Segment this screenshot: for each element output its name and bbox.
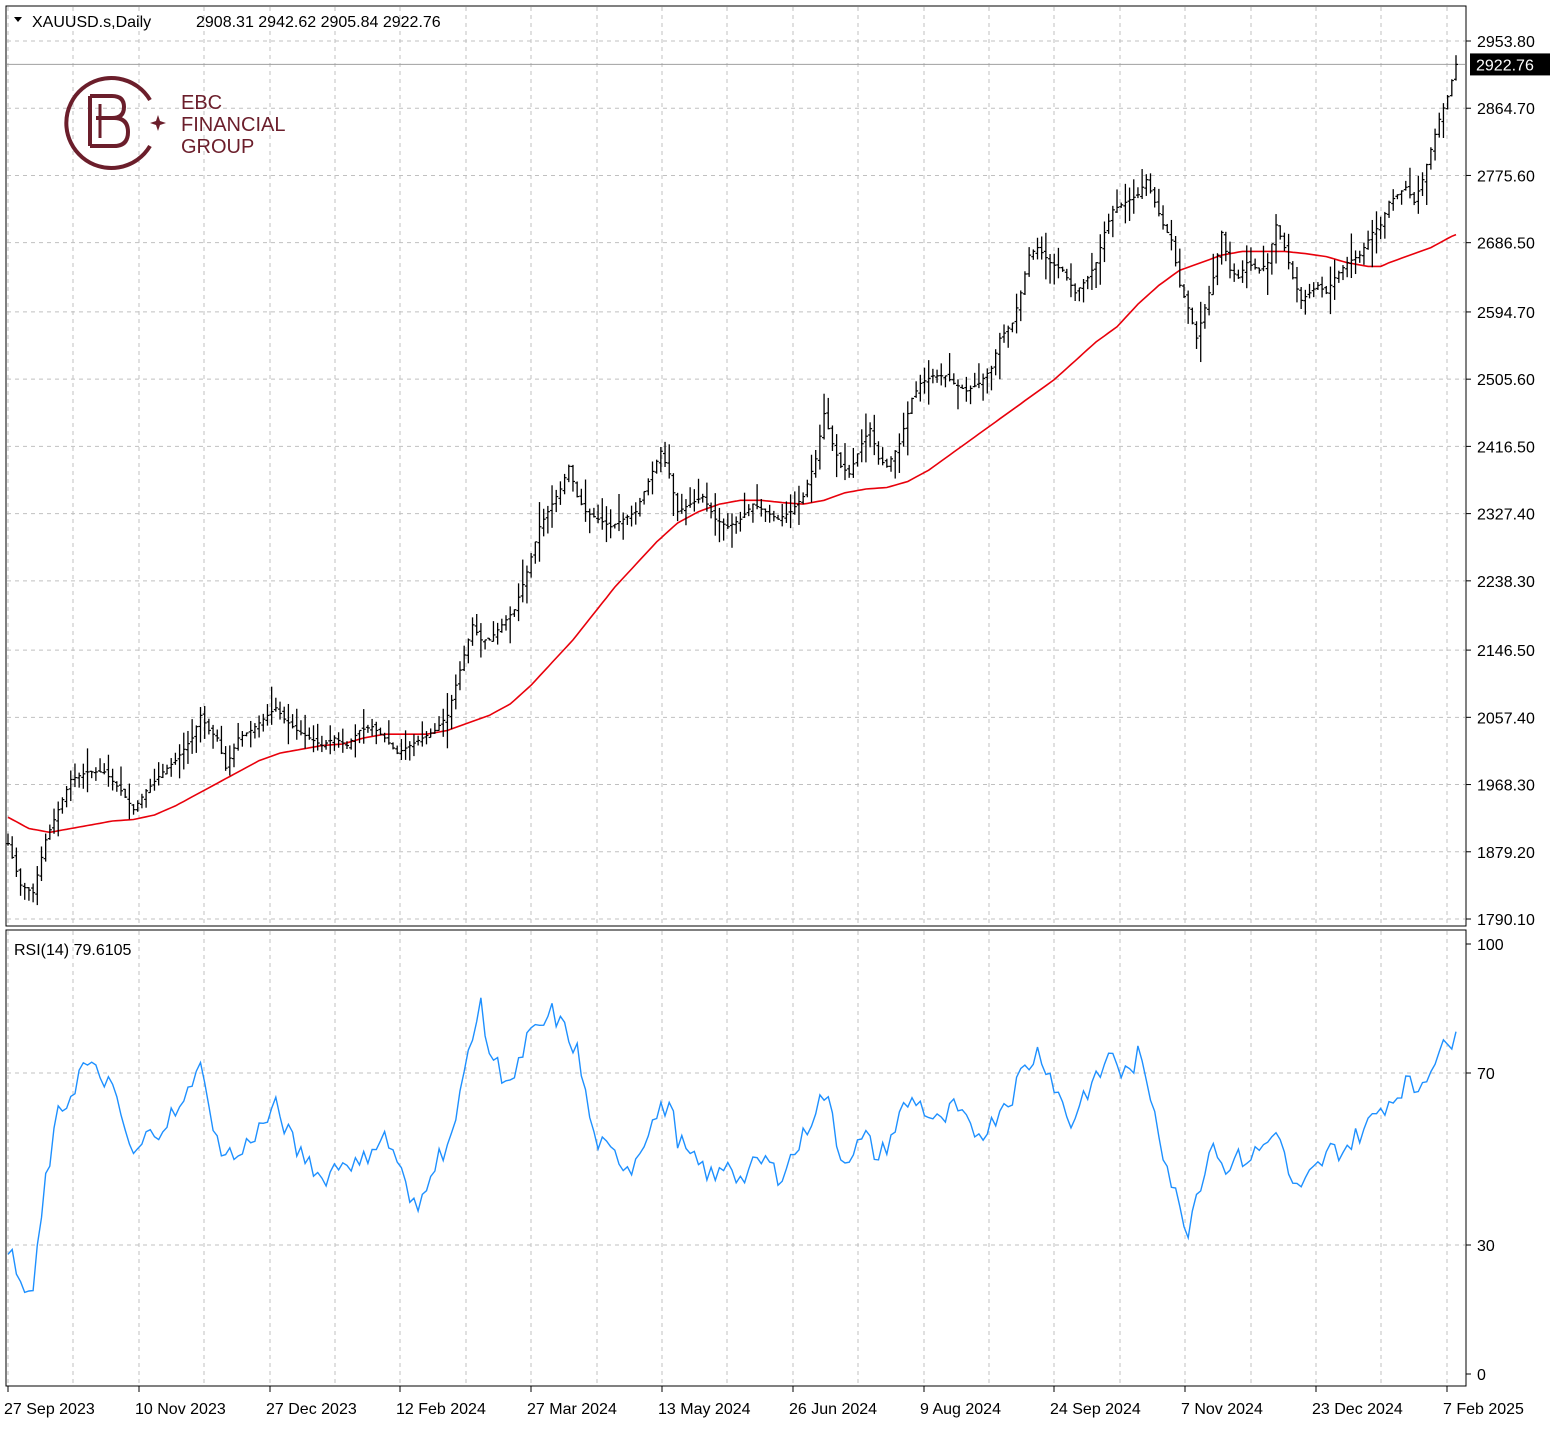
symbol-label: XAUUSD.s,Daily [32, 14, 151, 31]
price-tick-label: 2057.40 [1477, 710, 1535, 727]
rsi-tick-label: 30 [1477, 1238, 1495, 1255]
price-tick-label: 2775.60 [1477, 168, 1535, 185]
chart-canvas[interactable]: 2953.80 2864.70 2775.60 2686.50 2594.70 2505.… [0, 0, 1556, 1430]
price-tick-label: 2594.70 [1477, 305, 1535, 322]
price-tick-label: 2686.50 [1477, 236, 1535, 253]
logo-text-ebc: EBC [181, 92, 222, 114]
date-tick-label: 12 Feb 2024 [396, 1401, 486, 1418]
chart-header: XAUUSD.s,Daily 2908.31 2942.62 2905.84 2… [14, 14, 441, 31]
price-tick-label: 2146.50 [1477, 643, 1535, 660]
price-tick-label: 2864.70 [1477, 101, 1535, 118]
rsi-tick-label: 70 [1477, 1066, 1495, 1083]
price-tick-label: 1968.30 [1477, 778, 1535, 795]
price-tick-label: 2327.40 [1477, 507, 1535, 524]
last-price-label: 2922.76 [1476, 57, 1534, 74]
price-tick-label: 2505.60 [1477, 372, 1535, 389]
price-tick-label: 1879.20 [1477, 845, 1535, 862]
price-tick-label: 2238.30 [1477, 574, 1535, 591]
date-tick-label: 27 Sep 2023 [4, 1401, 95, 1418]
ohlc-values: 2908.31 2942.62 2905.84 2922.76 [196, 14, 441, 31]
background [0, 0, 1556, 1430]
rsi-tick-label: 100 [1477, 937, 1504, 954]
date-tick-label: 26 Jun 2024 [789, 1401, 877, 1418]
logo-text-group: GROUP [181, 136, 254, 158]
rsi-tick-label: 0 [1477, 1367, 1486, 1384]
date-tick-label: 13 May 2024 [658, 1401, 751, 1418]
date-tick-label: 7 Feb 2025 [1443, 1401, 1524, 1418]
date-tick-label: 23 Dec 2024 [1312, 1401, 1403, 1418]
date-tick-label: 24 Sep 2024 [1050, 1401, 1141, 1418]
date-tick-label: 27 Dec 2023 [266, 1401, 357, 1418]
price-tick-label: 2953.80 [1477, 34, 1535, 51]
price-tick-label: 2416.50 [1477, 439, 1535, 456]
date-tick-label: 10 Nov 2023 [135, 1401, 226, 1418]
rsi-label: RSI(14) 79.6105 [14, 942, 132, 959]
date-tick-label: 27 Mar 2024 [527, 1401, 617, 1418]
date-tick-label: 7 Nov 2024 [1181, 1401, 1263, 1418]
date-tick-label: 9 Aug 2024 [920, 1401, 1001, 1418]
price-tick-label: 1790.10 [1477, 912, 1535, 929]
logo-text-financial: FINANCIAL [181, 114, 285, 136]
